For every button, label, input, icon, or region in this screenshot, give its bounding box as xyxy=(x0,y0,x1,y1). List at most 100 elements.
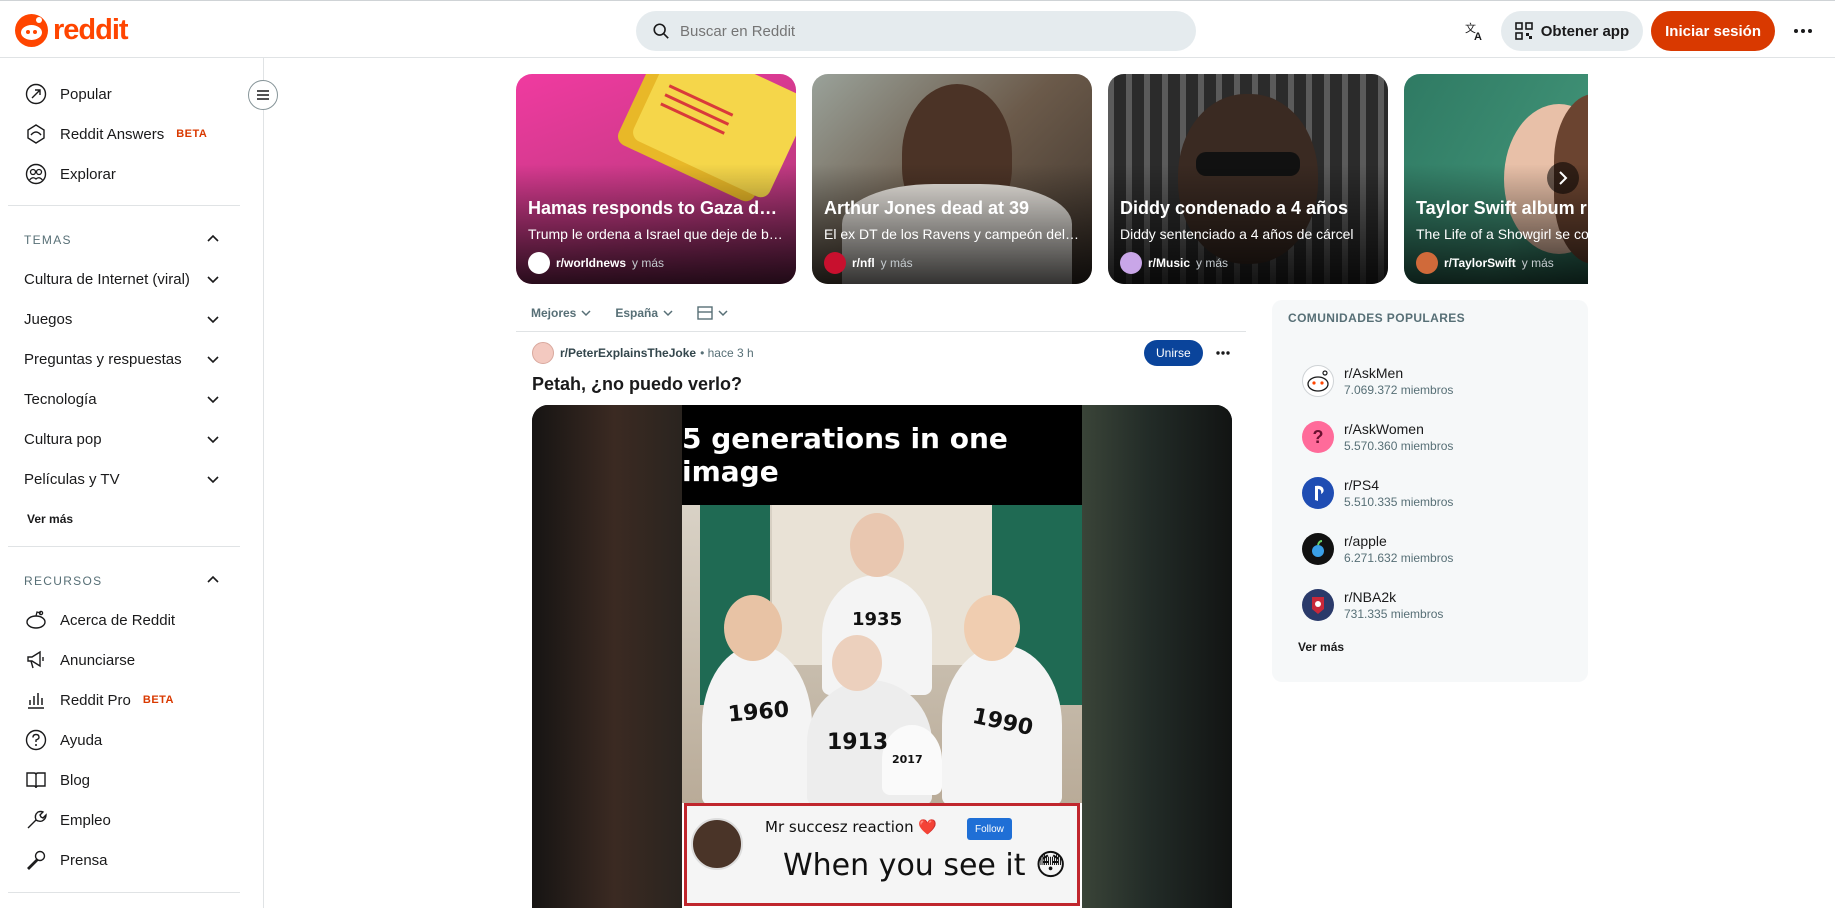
topics-section-title[interactable]: TEMAS xyxy=(24,233,72,247)
follow-badge: Follow xyxy=(967,818,1012,840)
nav-about-reddit[interactable]: Acerca de Reddit xyxy=(24,600,175,640)
card-title: Taylor Swift album r xyxy=(1416,198,1587,218)
nav-help[interactable]: Ayuda xyxy=(24,720,102,760)
year-label: 2017 xyxy=(892,753,923,766)
card-more: y más xyxy=(1521,256,1554,270)
search-bar[interactable] xyxy=(636,11,1196,51)
megaphone-icon xyxy=(24,648,48,672)
subreddit-avatar xyxy=(1416,252,1438,274)
nav-press-label: Prensa xyxy=(60,851,108,869)
meme-image: 5 generations in one image 1960 1935 191… xyxy=(682,405,1082,908)
sort-dropdown[interactable]: Mejores xyxy=(531,306,591,320)
trending-card[interactable]: Arthur Jones dead at 39 El ex DT de los … xyxy=(812,74,1092,284)
nav-reddit-answers-label: Reddit Answers xyxy=(60,125,165,143)
popular-see-more[interactable]: Ver más xyxy=(1298,640,1344,654)
get-app-label: Obtener app xyxy=(1540,22,1630,40)
reaction-avatar xyxy=(691,818,743,870)
card-title: Hamas responds to Gaza d… xyxy=(528,198,778,218)
community-members: 5.570.360 miembros xyxy=(1344,439,1454,453)
chevron-down-icon xyxy=(207,276,219,284)
topic-qa[interactable]: Preguntas y respuestas xyxy=(24,339,220,379)
community-item[interactable]: r/NBA2k 731.335 miembros xyxy=(1302,582,1443,628)
subreddit-avatar xyxy=(528,252,550,274)
card-more: y más xyxy=(632,256,665,270)
nav-advertise[interactable]: Anunciarse xyxy=(24,640,135,680)
chevron-down-icon xyxy=(207,436,219,444)
topic-label: Películas y TV xyxy=(24,470,120,488)
community-item[interactable]: ? r/AskWomen 5.570.360 miembros xyxy=(1302,414,1453,460)
book-icon xyxy=(24,768,48,792)
nav-explore[interactable]: Explorar xyxy=(24,154,116,194)
join-button[interactable]: Unirse xyxy=(1144,340,1203,366)
nav-reddit-answers[interactable]: Reddit Answers BETA xyxy=(24,114,207,154)
translate-button[interactable]: 文A xyxy=(1455,11,1495,51)
ellipsis-icon xyxy=(1216,351,1230,355)
chevron-down-icon xyxy=(207,476,219,484)
collapse-sidebar-button[interactable] xyxy=(248,80,278,110)
topics-see-more[interactable]: Ver más xyxy=(27,512,73,526)
nav-blog[interactable]: Blog xyxy=(24,760,90,800)
nav-careers-label: Empleo xyxy=(60,811,111,829)
divider xyxy=(8,546,240,547)
chevron-up-icon[interactable] xyxy=(206,232,220,246)
chevron-right-icon xyxy=(1559,171,1568,185)
resources-section-title[interactable]: RECURSOS xyxy=(24,574,102,588)
nav-popular[interactable]: Popular xyxy=(24,74,112,114)
popular-icon xyxy=(24,82,48,106)
search-input[interactable] xyxy=(680,22,1160,40)
card-title: Arthur Jones dead at 39 xyxy=(824,198,1030,218)
nav-reddit-pro[interactable]: Reddit Pro BETA xyxy=(24,680,174,720)
family-photo: 1960 1935 1913 1990 2017 xyxy=(682,505,1082,805)
chevron-down-icon xyxy=(581,309,591,316)
subreddit-avatar xyxy=(824,252,846,274)
microphone-icon xyxy=(24,848,48,872)
nav-blog-label: Blog xyxy=(60,771,91,789)
reaction-caption: When you see it 😳 xyxy=(783,848,1067,883)
reaction-panel: Mr succesz reaction ❤️ Follow When you s… xyxy=(684,803,1080,906)
view-dropdown[interactable] xyxy=(697,305,728,320)
carousel-next-button[interactable] xyxy=(1547,162,1579,194)
beta-badge: BETA xyxy=(176,128,208,140)
subreddit-avatar[interactable] xyxy=(532,342,554,364)
card-subtitle: Diddy sentenciado a 4 años de cárcel xyxy=(1120,226,1354,242)
post-media[interactable]: 5 generations in one image 1960 1935 191… xyxy=(532,405,1232,908)
left-sidebar: Popular Reddit Answers BETA Explorar TEM… xyxy=(0,58,264,908)
post-subreddit[interactable]: r/PeterExplainsTheJoke xyxy=(560,346,696,360)
nav-careers[interactable]: Empleo xyxy=(24,800,111,840)
topic-internet-culture[interactable]: Cultura de Internet (viral) xyxy=(24,259,220,299)
nav-press[interactable]: Prensa xyxy=(24,840,108,880)
post-title[interactable]: Petah, ¿no puedo verlo? xyxy=(532,374,742,395)
meme-top-text: 5 generations in one image xyxy=(682,405,1082,505)
region-dropdown[interactable]: España xyxy=(615,306,673,320)
topic-pop-culture[interactable]: Cultura pop xyxy=(24,419,220,459)
divider xyxy=(8,205,240,206)
head xyxy=(964,595,1020,661)
card-title: Diddy condenado a 4 años xyxy=(1120,198,1349,218)
topic-label: Preguntas y respuestas xyxy=(24,350,182,368)
topic-movies-tv[interactable]: Películas y TV xyxy=(24,459,220,499)
card-subtitle: The Life of a Showgirl se co xyxy=(1416,226,1588,242)
chevron-up-icon[interactable] xyxy=(206,573,220,587)
year-label: 1935 xyxy=(852,609,903,630)
beta-badge: BETA xyxy=(142,694,175,706)
trending-card[interactable]: Hamas responds to Gaza d… Trump le orden… xyxy=(516,74,796,284)
community-members: 5.510.335 miembros xyxy=(1344,495,1454,509)
more-options-button[interactable] xyxy=(1783,11,1823,51)
reddit-snoo-icon xyxy=(15,14,48,47)
card-more: y más xyxy=(880,256,913,270)
nba2k-icon xyxy=(1302,589,1334,621)
card-view-icon xyxy=(697,305,713,320)
topic-games[interactable]: Juegos xyxy=(24,299,220,339)
topic-technology[interactable]: Tecnología xyxy=(24,379,220,419)
reddit-logo[interactable]: reddit xyxy=(15,14,129,47)
chevron-down-icon xyxy=(663,309,673,316)
login-button[interactable]: Iniciar sesión xyxy=(1651,11,1775,51)
community-item[interactable]: r/AskMen 7.069.372 miembros xyxy=(1302,358,1453,404)
trending-card[interactable]: Diddy condenado a 4 años Diddy sentencia… xyxy=(1108,74,1388,284)
topic-label: Cultura pop xyxy=(24,430,102,448)
card-subreddit: r/nfl xyxy=(852,256,875,270)
post-more-button[interactable] xyxy=(1208,340,1238,366)
community-item[interactable]: r/apple 6.271.632 miembros xyxy=(1302,526,1453,572)
get-app-button[interactable]: Obtener app xyxy=(1500,11,1644,51)
community-item[interactable]: r/PS4 5.510.335 miembros xyxy=(1302,470,1453,516)
